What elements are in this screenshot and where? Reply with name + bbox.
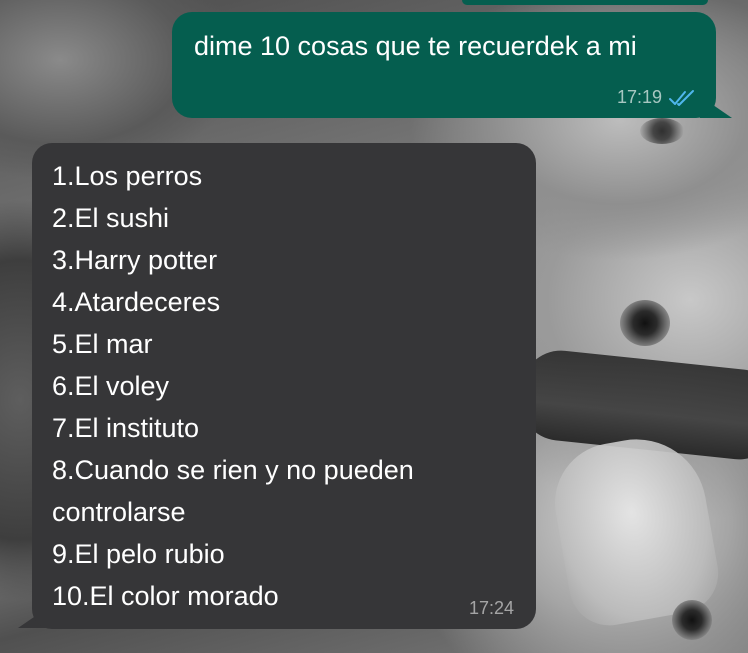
list-item: 2.El sushi [52,203,170,233]
previous-message-bubble-edge[interactable] [462,0,708,5]
list-item: 5.El mar [52,329,153,359]
incoming-message-bubble[interactable]: 1.Los perros 2.El sushi 3.Harry potter 4… [32,143,536,629]
incoming-message-time: 17:24 [468,598,514,618]
outgoing-message-meta: 17:19 [617,87,696,108]
list-item: 8.Cuando se rien y no pueden controlarse [52,455,414,527]
outgoing-message-bubble[interactable]: dime 10 cosas que te recuerdek a mi 17:1… [172,12,716,118]
list-item: 10.El color morado [52,581,279,611]
outgoing-message-time: 17:19 [616,87,662,107]
wallpaper-eye [620,300,670,346]
list-item: 7.El instituto [52,413,200,443]
wallpaper-eye [640,118,684,144]
list-item: 6.El voley [52,371,170,401]
list-item: 1.Los perros [52,161,203,191]
double-check-read-icon [668,89,696,107]
list-item: 4.Atardeceres [52,287,221,317]
wallpaper-eye [672,600,712,640]
outgoing-message-text: dime 10 cosas que te recuerdek a mi [194,31,637,61]
list-item: 3.Harry potter [52,245,218,275]
list-item: 9.El pelo rubio [52,539,225,569]
incoming-message-list: 1.Los perros 2.El sushi 3.Harry potter 4… [52,155,522,617]
